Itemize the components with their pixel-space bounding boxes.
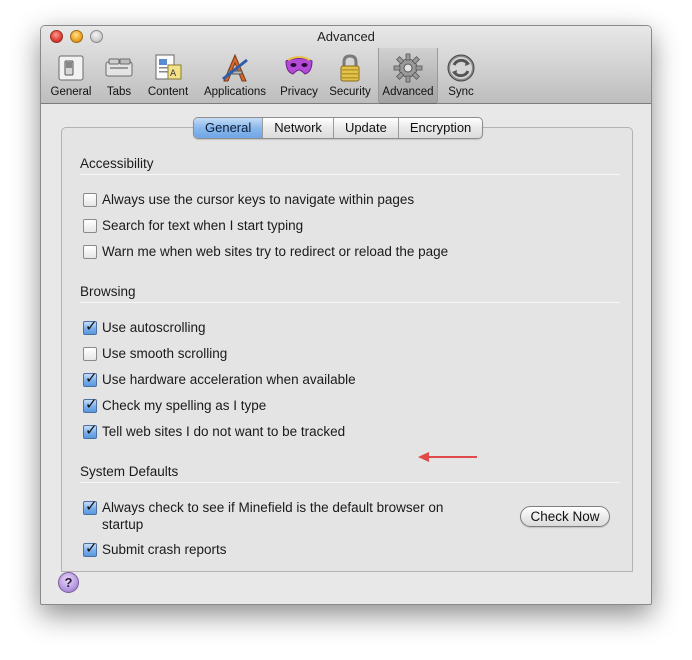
gear-icon (393, 53, 423, 83)
section-divider (80, 174, 620, 175)
option-label: Use hardware acceleration when available (102, 372, 356, 387)
section-title-browsing: Browsing (80, 284, 136, 299)
checkbox-cursor-keys[interactable] (83, 193, 97, 207)
content-icon: A (155, 54, 182, 80)
sync-icon (447, 54, 475, 82)
section-divider (80, 482, 620, 483)
toolbar-item-privacy[interactable]: Privacy (277, 52, 321, 100)
toolbar-item-general[interactable]: General (47, 52, 95, 100)
checkbox-autoscrolling[interactable]: ✓ (83, 318, 98, 335)
checkmark-icon: ✓ (85, 370, 98, 387)
tab-update[interactable]: Update (334, 118, 399, 138)
tab-general[interactable]: General (194, 118, 264, 138)
privacy-mask-icon (285, 56, 313, 75)
toolbar-label-security: Security (329, 86, 371, 98)
section-title-accessibility: Accessibility (80, 156, 154, 171)
checkbox-do-not-track[interactable]: ✓ (83, 422, 98, 439)
checkmark-icon: ✓ (85, 396, 98, 413)
svg-text:A: A (170, 69, 177, 79)
option-label: Use autoscrolling (102, 320, 206, 335)
toolbar-item-sync[interactable]: Sync (441, 52, 481, 100)
section-title-system-defaults: System Defaults (80, 464, 179, 479)
help-button[interactable]: ? (58, 572, 79, 593)
section-divider (80, 302, 620, 303)
option-label: Always use the cursor keys to navigate w… (102, 192, 415, 207)
option-label: Submit crash reports (102, 542, 227, 557)
checkbox-default-browser-check[interactable]: ✓ (83, 498, 98, 515)
option-label: Warn me when web sites try to redirect o… (102, 244, 449, 259)
toolbar-item-tabs[interactable]: Tabs (99, 52, 139, 100)
option-label: Check my spelling as I type (102, 398, 267, 413)
toolbar-item-security[interactable]: Security (325, 52, 375, 100)
toolbar-label-general: General (50, 86, 92, 98)
option-warn-redirect[interactable]: Warn me when web sites try to redirect o… (83, 243, 448, 260)
preferences-window: Advanced General Tabs A Content Applicat… (40, 25, 652, 605)
tab-bar: General Network Update Encryption (193, 117, 484, 139)
option-default-browser-check[interactable]: ✓ Always check to see if Minefield is th… (83, 498, 483, 533)
checkmark-icon: ✓ (85, 540, 98, 557)
toolbar-label-sync: Sync (448, 86, 474, 98)
tab-encryption[interactable]: Encryption (399, 118, 482, 138)
checkmark-icon: ✓ (85, 318, 98, 335)
option-crash-reports[interactable]: ✓ Submit crash reports (83, 540, 227, 558)
toolbar-label-tabs: Tabs (106, 86, 132, 98)
option-label: Use smooth scrolling (102, 346, 228, 361)
toolbar-label-applications: Applications (203, 86, 266, 98)
checkbox-spell-check[interactable]: ✓ (83, 396, 98, 413)
option-spell-check[interactable]: ✓ Check my spelling as I type (83, 396, 267, 414)
tab-network[interactable]: Network (263, 118, 334, 138)
padlock-icon (340, 54, 360, 82)
option-search-typing[interactable]: Search for text when I start typing (83, 217, 303, 234)
checkbox-smooth-scrolling[interactable] (83, 347, 97, 361)
annotation-arrow-icon (418, 452, 477, 462)
toolbar-item-advanced[interactable]: Advanced (378, 48, 438, 104)
toolbar: Advanced General Tabs A Content Applicat… (41, 26, 651, 104)
check-now-button[interactable]: Check Now (520, 506, 610, 527)
checkmark-icon: ✓ (85, 422, 98, 439)
option-label: Search for text when I start typing (102, 218, 304, 233)
tabs-icon (105, 58, 133, 77)
general-switch-icon (58, 55, 84, 81)
option-cursor-keys[interactable]: Always use the cursor keys to navigate w… (83, 191, 414, 208)
checkbox-warn-redirect[interactable] (83, 245, 97, 259)
option-autoscrolling[interactable]: ✓ Use autoscrolling (83, 318, 206, 336)
toolbar-item-applications[interactable]: Applications (199, 52, 271, 100)
checkbox-search-typing[interactable] (83, 219, 97, 233)
checkmark-icon: ✓ (85, 498, 98, 515)
window-title: Advanced (317, 29, 375, 44)
option-label: Tell web sites I do not want to be track… (102, 424, 346, 439)
toolbar-label-privacy: Privacy (280, 86, 318, 98)
toolbar-label-advanced: Advanced (382, 86, 434, 98)
applications-icon (222, 53, 248, 82)
option-hardware-acceleration[interactable]: ✓ Use hardware acceleration when availab… (83, 370, 356, 388)
option-do-not-track[interactable]: ✓ Tell web sites I do not want to be tra… (83, 422, 346, 440)
toolbar-item-content[interactable]: A Content (143, 52, 193, 100)
checkbox-crash-reports[interactable]: ✓ (83, 540, 98, 557)
option-label: Always check to see if Minefield is the … (102, 500, 444, 532)
option-smooth-scrolling[interactable]: Use smooth scrolling (83, 345, 227, 362)
toolbar-label-content: Content (147, 86, 189, 98)
checkbox-hardware-acceleration[interactable]: ✓ (83, 370, 98, 387)
